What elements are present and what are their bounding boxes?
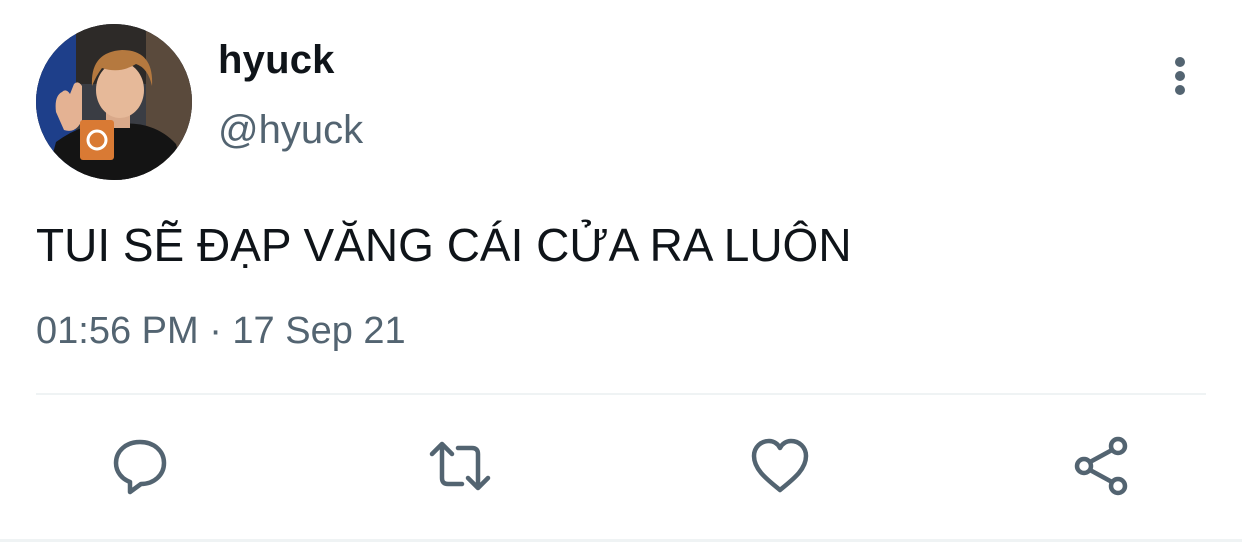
avatar[interactable] xyxy=(36,24,192,180)
retweet-icon xyxy=(429,441,491,491)
tweet-card: hyuck @hyuck TUI SẼ ĐẠP VĂNG CÁI CỬA RA … xyxy=(0,0,1242,558)
divider xyxy=(36,393,1206,395)
more-vertical-icon xyxy=(1175,57,1185,95)
more-options-button[interactable] xyxy=(1160,52,1200,100)
bottom-border xyxy=(0,539,1242,542)
reply-icon xyxy=(113,439,167,495)
heart-icon xyxy=(751,438,809,493)
tweet-text: TUI SẼ ĐẠP VĂNG CÁI CỬA RA LUÔN xyxy=(36,219,852,271)
avatar-photo xyxy=(36,24,192,180)
author-handle[interactable]: @hyuck xyxy=(218,108,363,153)
author-display-name[interactable]: hyuck xyxy=(218,38,335,83)
share-button[interactable] xyxy=(1070,434,1134,498)
reply-button[interactable] xyxy=(108,434,172,498)
share-icon xyxy=(1074,436,1128,496)
retweet-button[interactable] xyxy=(428,434,492,498)
like-button[interactable] xyxy=(748,434,812,498)
tweet-timestamp[interactable]: 01:56 PM · 17 Sep 21 xyxy=(36,310,406,353)
